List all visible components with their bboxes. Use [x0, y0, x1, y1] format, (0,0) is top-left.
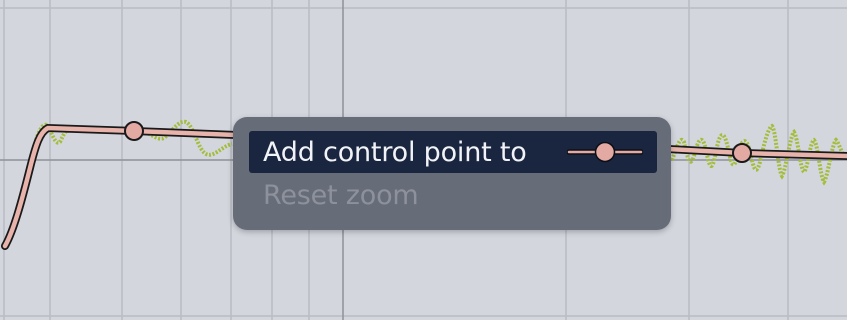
curve-editor[interactable]: Add control point to Reset zoom: [0, 0, 847, 320]
menu-item-add-control-point[interactable]: Add control point to: [249, 131, 657, 173]
menu-item-label: Add control point to: [263, 136, 527, 168]
context-menu: Add control point to Reset zoom: [233, 117, 671, 230]
menu-item-reset-zoom[interactable]: Reset zoom: [249, 174, 657, 216]
menu-item-label: Reset zoom: [263, 179, 419, 211]
control-point[interactable]: [732, 143, 752, 163]
control-point-icon: [567, 141, 643, 163]
control-point[interactable]: [124, 121, 144, 141]
